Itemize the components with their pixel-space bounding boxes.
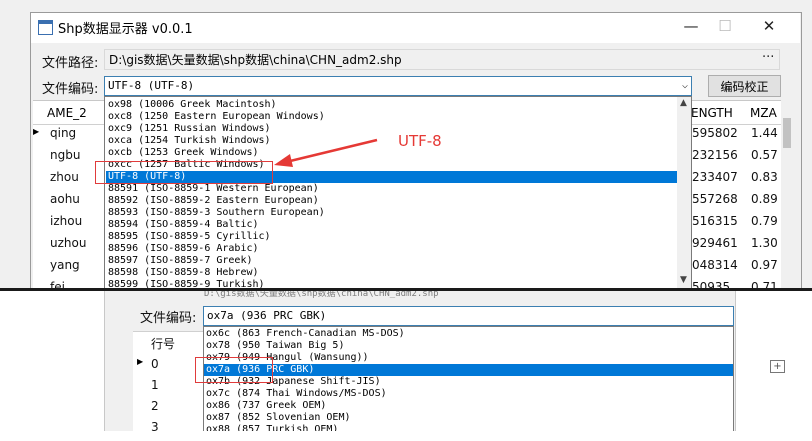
dropdown-option[interactable]: 88595 (ISO-8859-5 Cyrillic): [108, 231, 676, 243]
dropdown-option[interactable]: ox86 (737 Greek OEM): [206, 400, 726, 412]
grid-cell-length[interactable]: 233407: [692, 166, 738, 189]
encoding-label: 文件编码:: [42, 82, 99, 97]
grid-cell-length[interactable]: 232156: [692, 144, 738, 167]
grid-cell-mza[interactable]: 0.97: [751, 254, 778, 277]
add-comment-icon[interactable]: +: [770, 360, 785, 373]
close-button[interactable]: ✕: [754, 17, 784, 35]
grid-cell-name[interactable]: qing: [50, 122, 76, 145]
dropdown-option[interactable]: ox7c (874 Thai Windows/MS-DOS): [206, 388, 726, 400]
row-number-cell[interactable]: 2: [151, 399, 159, 413]
encoding-label-2: 文件编码:: [140, 311, 197, 326]
grid-cell-length[interactable]: 929461: [692, 232, 738, 255]
browse-button[interactable]: ···: [762, 50, 774, 65]
grid-cell-mza[interactable]: 0.89: [751, 188, 778, 211]
window-title: Shp数据显示器 v0.0.1: [58, 22, 193, 37]
dropdown-option[interactable]: ox88 (857 Turkish OEM): [206, 424, 726, 431]
grid-cell-name[interactable]: yang: [50, 254, 80, 277]
dropdown-option[interactable]: 88596 (ISO-8859-6 Arabic): [108, 243, 676, 255]
faded-path-row: D:\gis数据\矢量数据\shp数据\china\CHN_adm2.shp: [204, 291, 439, 299]
dropdown-option[interactable]: 88592 (ISO-8859-2 Eastern European): [108, 195, 676, 207]
grid-cell-length[interactable]: 516315: [692, 210, 738, 233]
highlight-box-2: [195, 357, 273, 383]
dropdown-option[interactable]: oxc9 (1251 Russian Windows): [108, 123, 676, 135]
grid-cell-length[interactable]: 557268: [692, 188, 738, 211]
dropdown-option[interactable]: ox7b (932 Japanese Shift-JIS): [206, 376, 726, 388]
row-number-header[interactable]: 行号: [151, 335, 175, 352]
encoding-select-value: UTF-8 (UTF-8): [108, 79, 195, 92]
dropdown-option[interactable]: 88593 (ISO-8859-3 Southern European): [108, 207, 676, 219]
scroll-down-icon[interactable]: ▼: [680, 275, 687, 285]
row-number-cell[interactable]: 0: [151, 357, 159, 371]
dropdown-option[interactable]: oxc8 (1250 Eastern European Windows): [108, 111, 676, 123]
dropdown-option[interactable]: 88598 (ISO-8859-8 Hebrew): [108, 267, 676, 279]
annotation-arrow: [274, 138, 378, 167]
grid-cell-mza[interactable]: 0.83: [751, 166, 778, 189]
chevron-down-icon[interactable]: ⌵: [682, 77, 688, 95]
dropdown-scrollbar[interactable]: ▲ ▼: [677, 97, 691, 288]
highlight-box: [95, 161, 273, 184]
dropdown-option[interactable]: 88591 (ISO-8859-1 Western European): [108, 183, 676, 195]
maximize-button[interactable]: ☐: [710, 17, 740, 35]
grid-cell-mza[interactable]: 1.44: [751, 122, 778, 145]
path-field[interactable]: D:\gis数据\矢量数据\shp数据\china\CHN_adm2.shp: [104, 49, 780, 70]
dropdown-option[interactable]: 88594 (ISO-8859-4 Baltic): [108, 219, 676, 231]
grid-cell-name[interactable]: aohu: [50, 188, 80, 211]
grid-cell-length[interactable]: 595802: [692, 122, 738, 145]
dropdown-option[interactable]: ox98 (10006 Greek Macintosh): [108, 99, 676, 111]
app-icon: [38, 20, 53, 35]
grid-cell-length[interactable]: 048314: [692, 254, 738, 277]
row-selector-icon: ▶: [33, 127, 40, 136]
grid-cell-name[interactable]: uzhou: [50, 232, 86, 255]
verify-encoding-button[interactable]: 编码校正: [708, 75, 781, 97]
dropdown-option[interactable]: 88597 (ISO-8859-7 Greek): [108, 255, 676, 267]
grid-scroll-thumb[interactable]: [783, 118, 791, 148]
dropdown-option[interactable]: ox87 (852 Slovenian OEM): [206, 412, 726, 424]
dropdown-option[interactable]: oxca (1254 Turkish Windows): [108, 135, 676, 147]
grid-cell-mza[interactable]: 0.79: [751, 210, 778, 233]
encoding-select[interactable]: UTF-8 (UTF-8) ⌵: [104, 76, 692, 96]
grid-cell-name[interactable]: zhou: [50, 166, 79, 189]
dropdown-option[interactable]: oxcb (1253 Greek Windows): [108, 147, 676, 159]
row-number-cell[interactable]: 3: [151, 420, 159, 434]
grid-2: 行号: [133, 331, 203, 432]
encoding-dropdown-list[interactable]: ox98 (10006 Greek Macintosh) oxc8 (1250 E…: [104, 96, 692, 289]
row-selector-icon-2: ▶: [137, 357, 144, 366]
minimize-button[interactable]: —: [676, 17, 706, 35]
grid-cell-mza[interactable]: 0.57: [751, 144, 778, 167]
grid-cell-name[interactable]: izhou: [50, 210, 82, 233]
grid-cell-name[interactable]: ngbu: [50, 144, 80, 167]
row-number-cell[interactable]: 1: [151, 378, 159, 392]
dropdown-option[interactable]: ox79 (949 Hangul (Wansung)): [206, 352, 726, 364]
path-label: 文件路径:: [42, 56, 99, 71]
grid-cell-mza[interactable]: 1.30: [751, 232, 778, 255]
encoding-dropdown-list-2[interactable]: ox6c (863 French-Canadian MS-DOS) ox78 (9…: [203, 326, 734, 431]
grid-scrollbar[interactable]: [781, 100, 793, 289]
dropdown-option[interactable]: ox78 (950 Taiwan Big 5): [206, 340, 726, 352]
dropdown-option-selected[interactable]: ox7a (936 PRC GBK): [204, 364, 733, 376]
scroll-up-icon[interactable]: ▲: [680, 98, 687, 108]
dropdown-option[interactable]: ox6c (863 French-Canadian MS-DOS): [206, 328, 726, 340]
encoding-select-2[interactable]: ox7a (936 PRC GBK): [203, 306, 734, 326]
annotation-label: UTF-8: [398, 132, 442, 150]
